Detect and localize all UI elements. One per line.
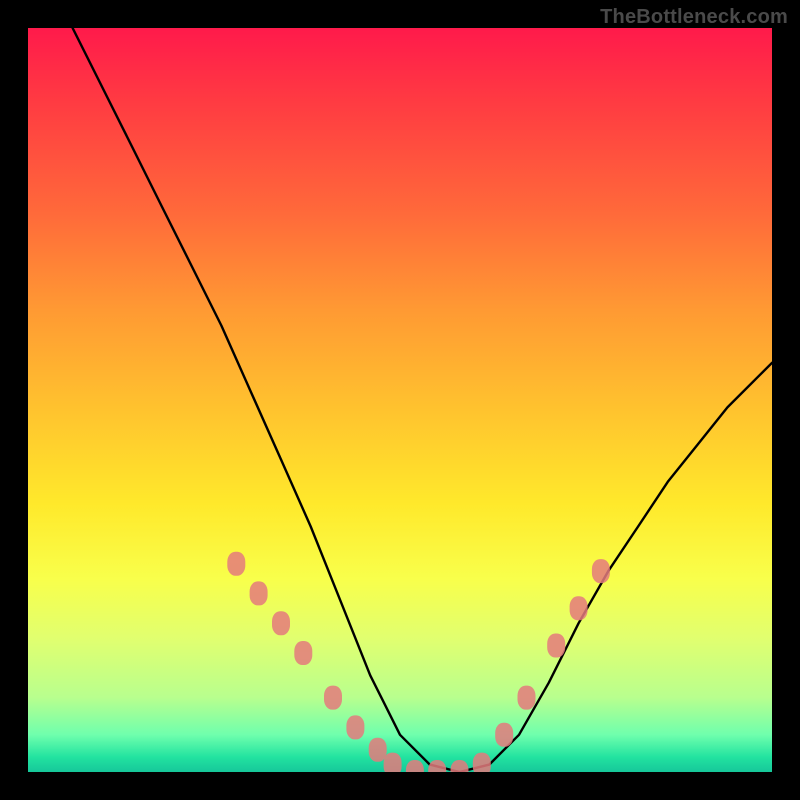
marker-dot (324, 686, 342, 710)
plot-area (28, 28, 772, 772)
marker-dot (227, 552, 245, 576)
chart-frame: TheBottleneck.com (0, 0, 800, 800)
curve-path (73, 28, 772, 772)
chart-svg (28, 28, 772, 772)
marker-dot (406, 760, 424, 772)
marker-dot (547, 634, 565, 658)
bottleneck-curve (73, 28, 772, 772)
marker-dot (272, 611, 290, 635)
marker-dot (570, 596, 588, 620)
marker-dot (346, 715, 364, 739)
marker-dot (495, 723, 513, 747)
marker-dot (473, 753, 491, 772)
marker-dot (384, 753, 402, 772)
watermark-text: TheBottleneck.com (600, 6, 788, 29)
marker-dot (592, 559, 610, 583)
marker-dot (250, 581, 268, 605)
curve-markers (227, 552, 610, 772)
marker-dot (294, 641, 312, 665)
marker-dot (369, 738, 387, 762)
marker-dot (428, 760, 446, 772)
marker-dot (518, 686, 536, 710)
marker-dot (451, 760, 469, 772)
